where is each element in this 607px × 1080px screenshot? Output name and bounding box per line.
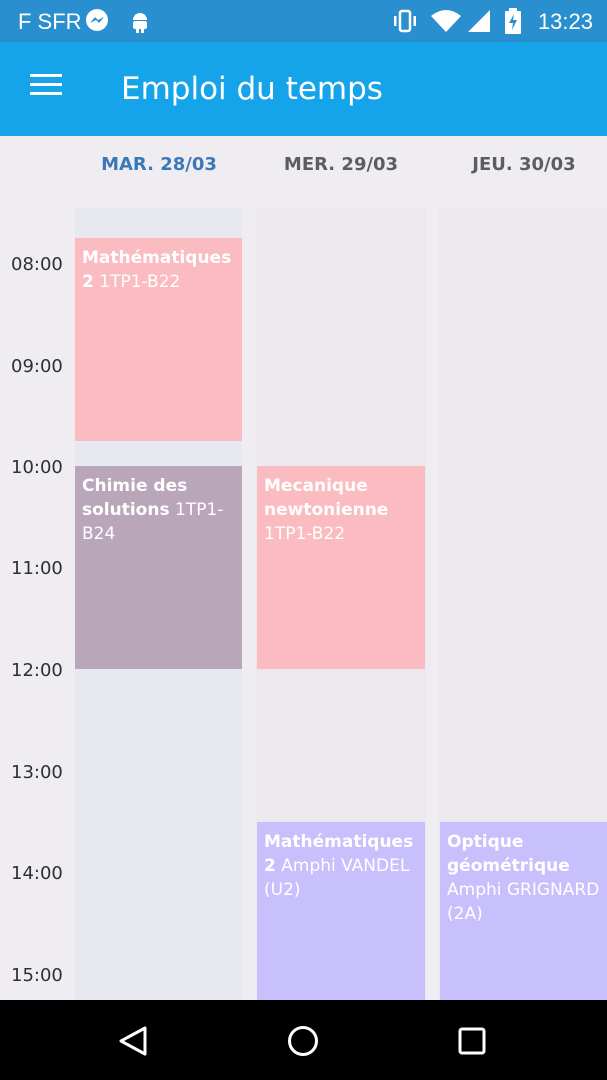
hour-label: 13:00 xyxy=(11,762,63,783)
event-card[interactable]: Mathématiques 2 1TP1-B22 xyxy=(75,238,242,441)
hamburger-menu-icon[interactable] xyxy=(22,68,68,108)
event-title: Chimie des solutions xyxy=(82,476,188,520)
event-card[interactable]: Mecanique newtonienne 1TP1-B22 xyxy=(257,466,425,669)
day-header: MAR. 28/03 MER. 29/03 JEU. 30/03 xyxy=(0,136,607,194)
event-room: 1TP1-B22 xyxy=(264,524,346,544)
event-room: 1TP1-B22 xyxy=(99,272,181,292)
hour-label: 09:00 xyxy=(11,356,63,377)
day-tab-wednesday[interactable]: MER. 29/03 xyxy=(251,154,431,175)
wifi-icon xyxy=(430,8,462,34)
clock: 13:23 xyxy=(537,9,593,34)
event-card[interactable]: Mathématiques 2 Amphi VANDEL (U2) xyxy=(257,822,425,1000)
messenger-icon xyxy=(84,8,110,34)
android-icon xyxy=(127,8,153,34)
hour-label: 10:00 xyxy=(11,457,63,478)
event-card[interactable]: Optique géométrique Amphi GRIGNARD (2A) xyxy=(440,822,607,1000)
signal-icon xyxy=(466,8,492,34)
event-title: Optique géométrique xyxy=(447,832,570,876)
hour-label: 14:00 xyxy=(11,863,63,884)
schedule-grid[interactable]: 08:00 09:00 10:00 11:00 12:00 13:00 14:0… xyxy=(0,194,607,1000)
day-tab-thursday[interactable]: JEU. 30/03 xyxy=(434,154,607,175)
app-root: F SFR 13:23 Emploi du temps MAR. 28/03 M… xyxy=(0,0,607,1080)
day-tab-tuesday[interactable]: MAR. 28/03 xyxy=(69,154,249,175)
status-bar: F SFR 13:23 xyxy=(0,0,607,42)
page-title: Emploi du temps xyxy=(121,71,383,107)
hour-label: 12:00 xyxy=(11,660,63,681)
hour-label: 11:00 xyxy=(11,558,63,579)
event-card[interactable]: Chimie des solutions 1TP1-B24 xyxy=(75,466,242,669)
back-icon[interactable] xyxy=(103,1016,163,1066)
hour-label: 08:00 xyxy=(11,254,63,275)
event-room: Amphi GRIGNARD (2A) xyxy=(447,880,600,924)
event-title: Mecanique newtonienne xyxy=(264,476,389,520)
carrier-label: F SFR xyxy=(18,9,82,34)
navigation-bar xyxy=(0,1000,607,1080)
recents-icon[interactable] xyxy=(442,1016,502,1066)
event-room: Amphi VANDEL (U2) xyxy=(264,856,410,900)
app-bar: Emploi du temps xyxy=(0,42,607,136)
home-icon[interactable] xyxy=(273,1016,333,1066)
battery-charging-icon xyxy=(504,8,522,34)
vibrate-icon xyxy=(392,8,418,34)
hour-label: 15:00 xyxy=(11,965,63,986)
